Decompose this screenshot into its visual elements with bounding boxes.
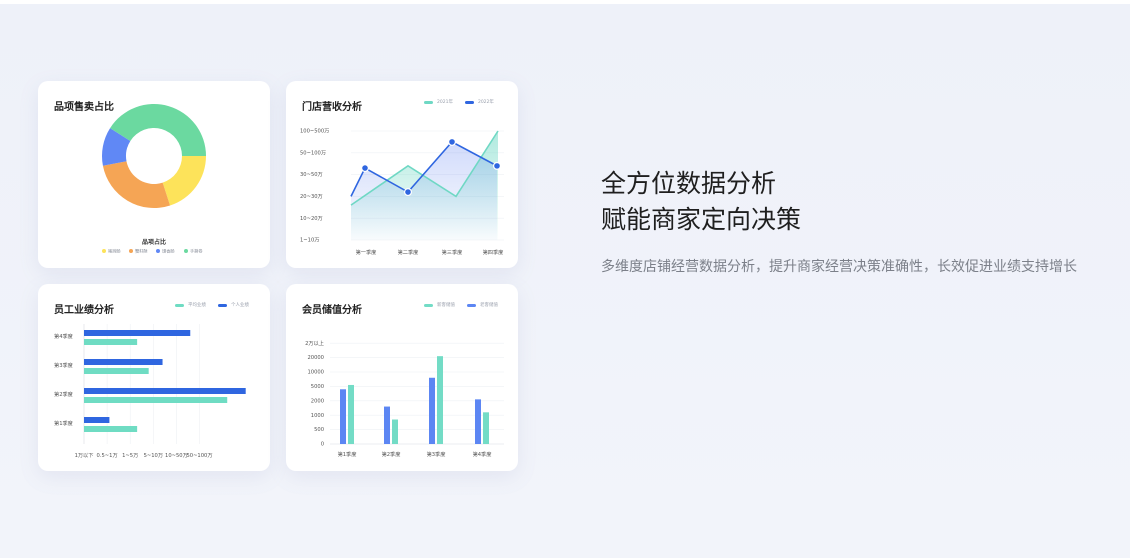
y-tick-label: 第3季度	[54, 361, 73, 369]
x-tick-label: 第四季度	[483, 248, 504, 256]
horizontal-bar-chart: 1万以下 0.5~1万 1~5万 5~10万 10~50万50~100万 第4季度第3季度…	[54, 324, 246, 459]
y-tick-label: 10000	[307, 370, 324, 376]
y-tick-label: 50~100万	[300, 149, 326, 156]
top-edge	[0, 0, 1130, 4]
legend-label: 蟹籽酥	[135, 248, 148, 255]
x-tick-label: 0.5~1万	[97, 452, 118, 459]
bar-new-customer	[348, 384, 354, 444]
legend-dot	[102, 249, 106, 253]
x-tick-label: 第二季度	[398, 248, 419, 256]
x-tick-label: 1~5万	[122, 452, 138, 459]
x-tick-label: 10~50万	[165, 452, 188, 459]
member-deposit-card: 会员储值分析 新客储值 老客储值 0 500 1000 2000 5000 10000 20…	[286, 284, 518, 471]
bar-average	[84, 339, 138, 345]
donut-center-label: 品项占比	[142, 238, 166, 246]
y-tick-label: 第4季度	[54, 332, 73, 340]
legend-label: 猪蹄肠	[108, 248, 121, 255]
bar-personal	[84, 330, 191, 336]
bar-new-customer	[437, 356, 443, 444]
legend-dot	[156, 249, 160, 253]
x-tick-label: 第2季度	[382, 450, 401, 458]
bar-old-customer	[384, 406, 390, 444]
y-tick-label: 500	[314, 427, 324, 433]
x-tick-label: 第一季度	[356, 248, 377, 256]
staff-performance-card: 员工业绩分析 平均业绩 个人业绩 1万以下 0.5~1万 1~5万 5~10万 10~5…	[38, 284, 270, 471]
bar-personal	[84, 388, 246, 394]
bar-new-customer	[483, 412, 489, 444]
product-share-card: 品项售卖占比 品项占比 猪蹄肠 蟹籽酥 馒香肠 手撕卷	[38, 81, 270, 268]
y-tick-label: 第1季度	[54, 419, 73, 427]
legend-dot	[129, 249, 133, 253]
x-tick-label: 第三季度	[442, 248, 463, 256]
bar-old-customer	[429, 377, 435, 444]
x-tick-label: 1万以下	[75, 452, 94, 459]
point-2022	[360, 164, 369, 173]
x-tick-label: 5~10万	[144, 452, 163, 459]
y-tick-label: 100~500万	[300, 128, 329, 135]
y-tick-label: 1000	[311, 413, 324, 419]
y-tick-label: 10~20万	[300, 215, 323, 222]
y-tick-label: 第2季度	[54, 390, 73, 398]
headline-line-2: 赋能商家定向决策	[601, 205, 802, 234]
point-2022	[448, 137, 457, 146]
y-tick-label: 2万以上	[305, 339, 324, 347]
legend-label: 手撕卷	[190, 248, 203, 255]
bar-average	[84, 397, 228, 403]
point-2022	[403, 188, 412, 197]
x-tick-label: 第1季度	[338, 450, 357, 458]
headline: 全方位数据分析 赋能商家定向决策	[601, 166, 801, 238]
point-2022	[493, 161, 502, 170]
bar-average	[84, 368, 149, 374]
donut-slice	[102, 161, 171, 208]
headline-line-1: 全方位数据分析	[601, 169, 777, 198]
legend-label: 馒香肠	[162, 248, 175, 255]
bar-new-customer	[392, 419, 398, 444]
donut-chart: 品项占比猪蹄肠 蟹籽酥 馒香肠 手撕卷	[102, 103, 206, 255]
donut-slice	[162, 156, 206, 206]
y-tick-label: 1~10万	[300, 237, 319, 244]
y-tick-label: 0	[321, 442, 324, 448]
vertical-bar-chart: 0 500 1000 2000 5000 10000 20000 2万以上第1季度 第2季度 第3…	[305, 339, 504, 458]
x-tick-label: 第3季度	[427, 450, 446, 458]
bar-old-customer	[340, 389, 346, 444]
line-chart: 1~10万 10~20万 20~30万 30~50万 50~100万 100~500万第一…	[300, 128, 504, 256]
bar-personal	[84, 359, 163, 365]
y-tick-label: 30~50万	[300, 171, 323, 178]
bar-old-customer	[475, 399, 481, 444]
store-revenue-card: 门店营收分析 2021年 2022年 1~10万 10~20万 20~30万 30~5…	[286, 81, 518, 268]
bar-average	[84, 426, 138, 432]
legend-dot	[184, 249, 188, 253]
y-tick-label: 20000	[307, 355, 324, 361]
y-tick-label: 20~30万	[300, 193, 323, 200]
x-tick-label: 第4季度	[473, 450, 492, 458]
x-tick-label: 50~100万	[186, 452, 212, 459]
bar-personal	[84, 417, 110, 423]
description: 多维度店铺经营数据分析，提升商家经营决策准确性，长效促进业绩支持增长	[601, 259, 1077, 275]
y-tick-label: 5000	[311, 384, 324, 390]
y-tick-label: 2000	[311, 398, 324, 404]
